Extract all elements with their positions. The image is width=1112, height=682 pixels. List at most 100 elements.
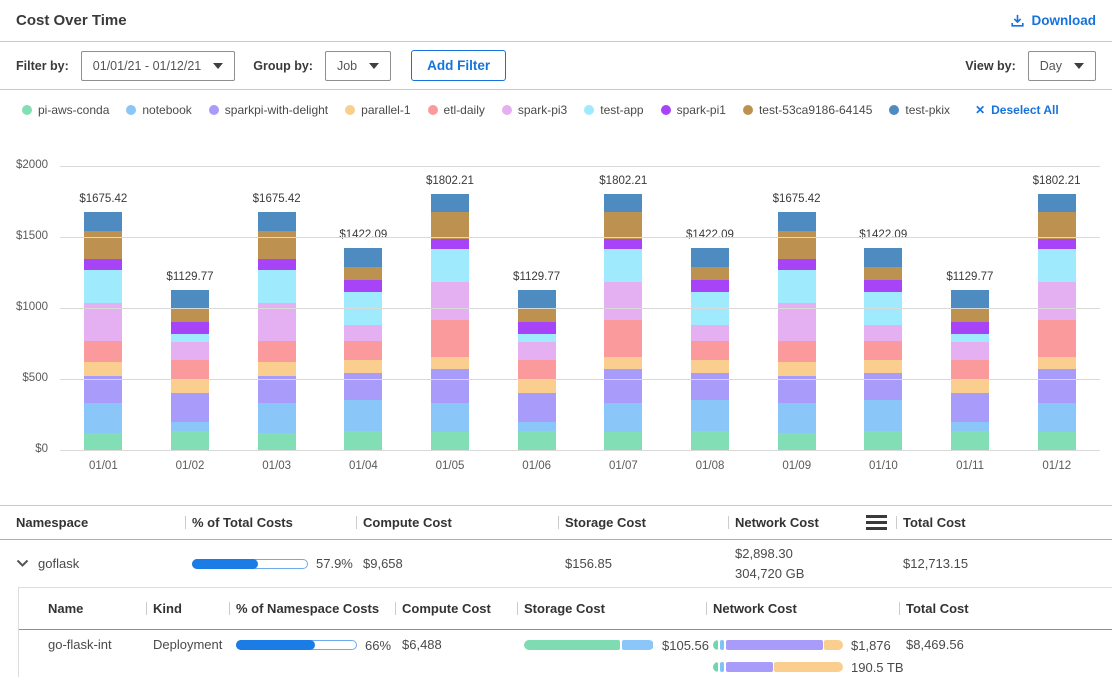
- bar-segment-parallel-1[interactable]: [258, 362, 296, 376]
- stacked-bar-01/04[interactable]: $1422.09: [344, 248, 382, 450]
- bar-segment-test-pkix[interactable]: [604, 194, 642, 211]
- bar-segment-sparkpi-with-delight[interactable]: [1038, 369, 1076, 404]
- bar-segment-spark-pi3[interactable]: [171, 342, 209, 360]
- nested-col-header-kind[interactable]: Kind: [153, 601, 236, 616]
- bar-segment-parallel-1[interactable]: [604, 357, 642, 369]
- namespace-name[interactable]: goflask: [38, 556, 79, 571]
- bar-segment-etl-daily[interactable]: [518, 360, 556, 379]
- stacked-bar-01/12[interactable]: $1802.21: [1038, 194, 1076, 450]
- bar-segment-test-pkix[interactable]: [951, 290, 989, 308]
- legend-item-sparkpi-with-delight[interactable]: sparkpi-with-delight: [209, 103, 328, 117]
- bar-segment-spark-pi1[interactable]: [691, 280, 729, 292]
- bar-segment-sparkpi-with-delight[interactable]: [691, 373, 729, 400]
- bar-segment-etl-daily[interactable]: [1038, 320, 1076, 357]
- bar-segment-parallel-1[interactable]: [864, 360, 902, 373]
- bar-segment-test-53ca9186-64145[interactable]: [431, 212, 469, 239]
- col-header-total[interactable]: Total Cost: [903, 515, 1112, 530]
- bar-segment-notebook[interactable]: [864, 400, 902, 431]
- stacked-bar-01/03[interactable]: $1675.42: [258, 212, 296, 450]
- bar-segment-spark-pi3[interactable]: [431, 282, 469, 320]
- bar-segment-test-53ca9186-64145[interactable]: [604, 212, 642, 239]
- bar-segment-spark-pi1[interactable]: [344, 280, 382, 292]
- bar-segment-sparkpi-with-delight[interactable]: [431, 369, 469, 404]
- stacked-bar-01/01[interactable]: $1675.42: [84, 212, 122, 450]
- bar-segment-test-53ca9186-64145[interactable]: [258, 231, 296, 260]
- legend-item-test-53ca9186-64145[interactable]: test-53ca9186-64145: [743, 103, 872, 117]
- bar-segment-notebook[interactable]: [258, 403, 296, 432]
- bar-segment-parallel-1[interactable]: [171, 379, 209, 393]
- bar-segment-spark-pi1[interactable]: [171, 322, 209, 334]
- bar-segment-pi-aws-conda[interactable]: [258, 433, 296, 450]
- bar-segment-pi-aws-conda[interactable]: [84, 433, 122, 450]
- stacked-bar-01/02[interactable]: $1129.77: [171, 290, 209, 450]
- legend-item-pi-aws-conda[interactable]: pi-aws-conda: [22, 103, 109, 117]
- legend-item-spark-pi3[interactable]: spark-pi3: [502, 103, 567, 117]
- nested-col-header-compute[interactable]: Compute Cost: [402, 601, 524, 616]
- bar-segment-spark-pi1[interactable]: [951, 322, 989, 334]
- legend-item-notebook[interactable]: notebook: [126, 103, 191, 117]
- bar-segment-test-app[interactable]: [258, 270, 296, 304]
- deselect-all-button[interactable]: ✕ Deselect All: [975, 103, 1059, 117]
- chevron-down-icon[interactable]: [16, 559, 29, 568]
- bar-segment-test-53ca9186-64145[interactable]: [171, 308, 209, 322]
- bar-segment-pi-aws-conda[interactable]: [604, 432, 642, 450]
- bar-segment-test-app[interactable]: [778, 270, 816, 304]
- bar-segment-test-53ca9186-64145[interactable]: [864, 267, 902, 280]
- nested-col-header-network[interactable]: Network Cost: [713, 601, 906, 616]
- bar-segment-notebook[interactable]: [431, 403, 469, 431]
- col-header-storage[interactable]: Storage Cost: [565, 515, 735, 530]
- bar-segment-notebook[interactable]: [518, 422, 556, 431]
- bar-segment-test-53ca9186-64145[interactable]: [344, 267, 382, 280]
- bar-segment-pi-aws-conda[interactable]: [171, 431, 209, 450]
- menu-icon[interactable]: [866, 515, 887, 530]
- bar-segment-etl-daily[interactable]: [778, 341, 816, 362]
- bar-segment-test-app[interactable]: [604, 249, 642, 282]
- bar-segment-test-53ca9186-64145[interactable]: [518, 308, 556, 322]
- bar-segment-spark-pi1[interactable]: [258, 259, 296, 269]
- bar-segment-etl-daily[interactable]: [84, 341, 122, 362]
- bar-segment-parallel-1[interactable]: [778, 362, 816, 376]
- bar-segment-etl-daily[interactable]: [171, 360, 209, 379]
- stacked-bar-01/09[interactable]: $1675.42: [778, 212, 816, 450]
- col-header-pct-total[interactable]: % of Total Costs: [192, 515, 363, 530]
- bar-segment-pi-aws-conda[interactable]: [691, 431, 729, 450]
- nested-col-header-total[interactable]: Total Cost: [906, 601, 1112, 616]
- bar-segment-test-pkix[interactable]: [1038, 194, 1076, 211]
- bar-segment-sparkpi-with-delight[interactable]: [171, 393, 209, 423]
- nested-col-header-pct-ns[interactable]: % of Namespace Costs: [236, 601, 402, 616]
- bar-segment-etl-daily[interactable]: [864, 341, 902, 361]
- stacked-bar-01/07[interactable]: $1802.21: [604, 194, 642, 450]
- bar-segment-sparkpi-with-delight[interactable]: [951, 393, 989, 423]
- legend-item-test-pkix[interactable]: test-pkix: [889, 103, 950, 117]
- bar-segment-parallel-1[interactable]: [691, 360, 729, 373]
- bar-segment-etl-daily[interactable]: [258, 341, 296, 362]
- bar-segment-parallel-1[interactable]: [1038, 357, 1076, 369]
- bar-segment-spark-pi3[interactable]: [604, 282, 642, 320]
- bar-segment-sparkpi-with-delight[interactable]: [518, 393, 556, 423]
- bar-segment-pi-aws-conda[interactable]: [344, 431, 382, 450]
- bar-segment-pi-aws-conda[interactable]: [1038, 432, 1076, 450]
- legend-item-test-app[interactable]: test-app: [584, 103, 643, 117]
- bar-segment-test-app[interactable]: [171, 334, 209, 342]
- group-by-select[interactable]: Job: [325, 51, 391, 81]
- bar-segment-spark-pi3[interactable]: [864, 325, 902, 341]
- legend-item-spark-pi1[interactable]: spark-pi1: [661, 103, 726, 117]
- nested-col-header-name[interactable]: Name: [48, 601, 153, 616]
- bar-segment-spark-pi1[interactable]: [431, 239, 469, 249]
- bar-segment-spark-pi3[interactable]: [344, 325, 382, 341]
- date-range-select[interactable]: 01/01/21 - 01/12/21: [81, 51, 235, 81]
- bar-segment-parallel-1[interactable]: [518, 379, 556, 393]
- view-by-select[interactable]: Day: [1028, 51, 1096, 81]
- add-filter-button[interactable]: Add Filter: [411, 50, 506, 81]
- bar-segment-etl-daily[interactable]: [604, 320, 642, 357]
- bar-segment-spark-pi3[interactable]: [691, 325, 729, 341]
- bar-segment-parallel-1[interactable]: [951, 379, 989, 393]
- bar-segment-notebook[interactable]: [778, 403, 816, 432]
- col-header-namespace[interactable]: Namespace: [16, 515, 192, 530]
- bar-segment-parallel-1[interactable]: [344, 360, 382, 373]
- bar-segment-notebook[interactable]: [951, 422, 989, 431]
- legend-item-parallel-1[interactable]: parallel-1: [345, 103, 410, 117]
- bar-segment-etl-daily[interactable]: [344, 341, 382, 361]
- bar-segment-spark-pi1[interactable]: [864, 280, 902, 292]
- bar-segment-pi-aws-conda[interactable]: [778, 433, 816, 450]
